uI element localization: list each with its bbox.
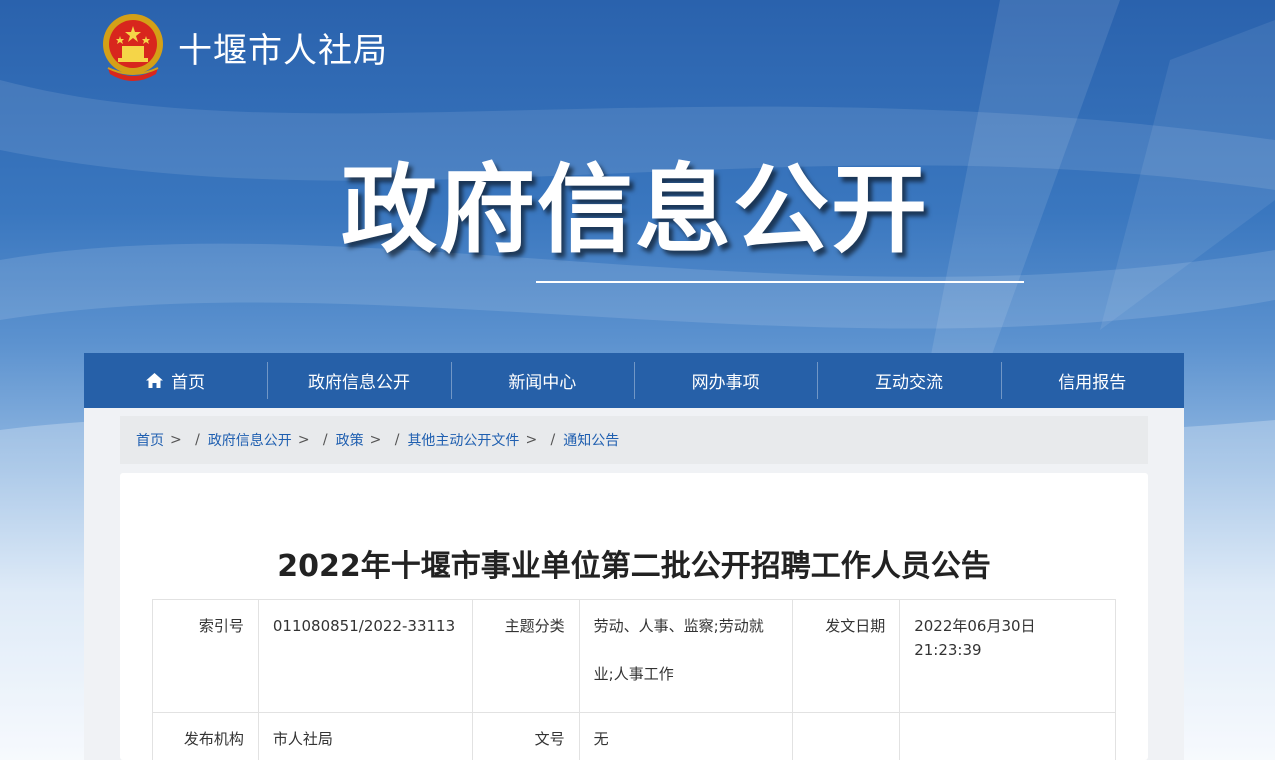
breadcrumb-separator: > /	[369, 432, 400, 448]
article-card: 2022年十堰市事业单位第二批公开招聘工作人员公告 索引号 011080851/…	[120, 473, 1148, 760]
breadcrumb-separator: > /	[525, 432, 556, 448]
publisher-value: 市人社局	[257, 712, 473, 760]
home-icon	[146, 373, 164, 388]
nav-item-home[interactable]: 首页	[84, 353, 267, 408]
nav-item-news[interactable]: 新闻中心	[450, 353, 634, 408]
docno-label: 文号	[471, 712, 580, 760]
docno-value: 无	[578, 712, 794, 760]
empty-cell	[899, 712, 1116, 760]
breadcrumb-separator: > /	[297, 432, 328, 448]
hero-underline	[536, 281, 1024, 283]
nav-item-label: 新闻中心	[508, 373, 577, 393]
content-area: 首页 > / 政府信息公开 > / 政策 > / 其他主动公开文件 > / 通知…	[84, 408, 1184, 760]
table-row: 发布机构 市人社局 文号 无	[152, 712, 1116, 760]
breadcrumb-separator: > /	[170, 432, 200, 448]
nav-item-gov-info[interactable]: 政府信息公开	[267, 353, 450, 408]
nav-item-label: 网办事项	[691, 373, 760, 393]
date-value: 2022年06月30日 21:23:39	[899, 599, 1116, 713]
nav-item-label: 首页	[171, 373, 206, 393]
nav-item-online-services[interactable]: 网办事项	[633, 353, 817, 408]
index-value: 011080851/2022-33113	[257, 599, 473, 713]
nav-item-label: 信用报告	[1058, 373, 1127, 393]
breadcrumb-item-gov-info[interactable]: 政府信息公开	[208, 430, 292, 450]
topic-label: 主题分类	[471, 599, 580, 713]
article-meta-table: 索引号 011080851/2022-33113 主题分类 劳动、人事、监察;劳…	[152, 599, 1116, 760]
main-nav: 首页 政府信息公开 新闻中心 网办事项 互动交流 信用报告	[84, 353, 1184, 408]
index-label: 索引号	[152, 599, 259, 713]
nav-item-interaction[interactable]: 互动交流	[817, 353, 1000, 408]
date-label: 发文日期	[792, 599, 901, 713]
nav-item-label: 互动交流	[874, 373, 943, 393]
national-emblem-icon	[103, 14, 163, 81]
hero-title: 政府信息公开	[341, 154, 929, 266]
breadcrumb-item-notices[interactable]: 通知公告	[563, 430, 619, 450]
breadcrumb-item-policy[interactable]: 政策	[336, 430, 364, 450]
breadcrumb: 首页 > / 政府信息公开 > / 政策 > / 其他主动公开文件 > / 通知…	[120, 416, 1148, 464]
breadcrumb-item-other-files[interactable]: 其他主动公开文件	[407, 430, 519, 450]
site-name: 十堰市人社局	[178, 30, 388, 71]
site-logo[interactable]: 十堰市人社局	[100, 12, 388, 82]
publisher-label: 发布机构	[152, 712, 259, 760]
empty-cell	[792, 712, 901, 760]
nav-item-credit-report[interactable]: 信用报告	[1000, 353, 1184, 408]
breadcrumb-item-home[interactable]: 首页	[136, 430, 164, 450]
table-row: 索引号 011080851/2022-33113 主题分类 劳动、人事、监察;劳…	[152, 599, 1116, 713]
article-title: 2022年十堰市事业单位第二批公开招聘工作人员公告	[277, 549, 991, 584]
topic-value: 劳动、人事、监察;劳动就业;人事工作	[578, 599, 794, 713]
nav-item-label: 政府信息公开	[307, 373, 410, 393]
